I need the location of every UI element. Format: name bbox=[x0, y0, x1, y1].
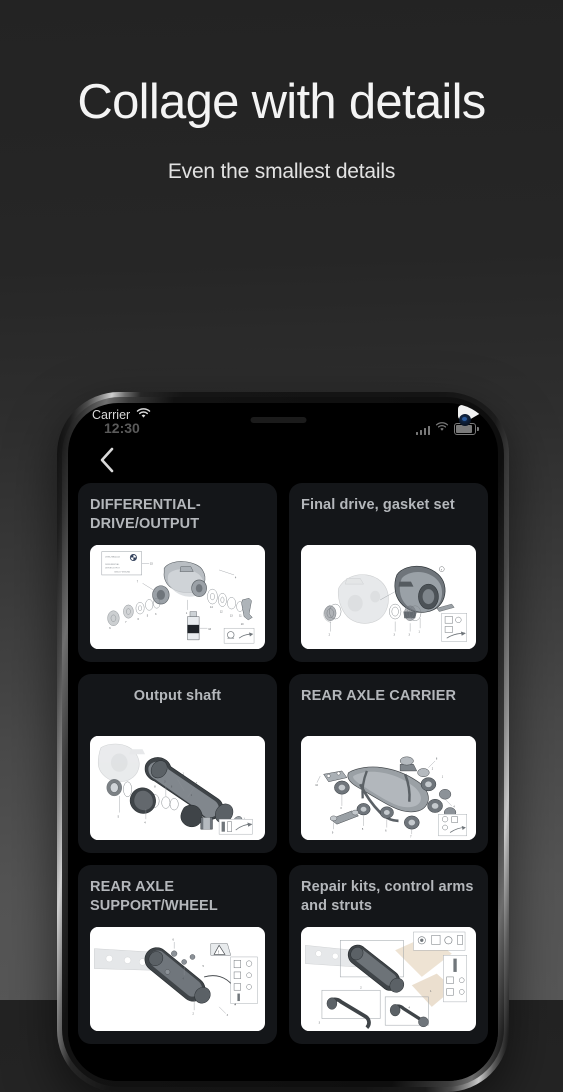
svg-text:LRW-73802-04: LRW-73802-04 bbox=[105, 556, 120, 558]
card-title: Repair kits, control arms and struts bbox=[301, 879, 474, 914]
catalog-card-rear-axle-support-wheel[interactable]: REAR AXLE SUPPORT/WHEEL ! 6 4 2 3 5 bbox=[78, 865, 277, 1044]
phone-screen: Carrier 12:30 DIFFERENTIAL-DRIVE/OUTPUT … bbox=[68, 403, 498, 1081]
card-title: REAR AXLE SUPPORT/WHEEL bbox=[90, 879, 218, 914]
output-shaft-diagram: 54 83 61 72 9 bbox=[90, 736, 265, 840]
rear-axle-carrier-diagram: 35 68 49 7 10 21 bbox=[301, 736, 476, 840]
catalog-card-output-shaft[interactable]: Output shaft 5 4 8 3 6 1 7 2 bbox=[78, 674, 277, 853]
rear-axle-support-wheel-diagram: ! 64 23 5 bbox=[90, 927, 265, 1031]
chevron-left-icon bbox=[99, 447, 115, 478]
promo-header: Collage with details Even the smallest d… bbox=[0, 0, 563, 185]
cellular-signal-icon bbox=[415, 426, 430, 435]
promo-subtitle: Even the smallest details bbox=[167, 160, 396, 183]
svg-text:DRIVE/OUTPUT: DRIVE/OUTPUT bbox=[105, 567, 121, 569]
catalog-card-final-drive-gasket-set[interactable]: Final drive, gasket set 9 2 3 3 1 bbox=[289, 483, 488, 662]
catalog-card-differential-drive-output[interactable]: DIFFERENTIAL-DRIVE/OUTPUT LRW-73802-04 D… bbox=[78, 483, 277, 662]
status-bar-clock: 12:30 bbox=[104, 420, 140, 436]
differential-drive-output-diagram: LRW-73802-04 DIFFERENTIAL DRIVE/OUTPUT 3… bbox=[90, 545, 265, 649]
front-camera-icon bbox=[459, 414, 471, 426]
earpiece-speaker-icon bbox=[250, 417, 307, 423]
svg-text:33 10 7 593 256: 33 10 7 593 256 bbox=[114, 571, 130, 573]
navigation-bar bbox=[68, 441, 498, 483]
repair-kits-control-arms-struts-diagram: 42 31 bbox=[301, 927, 476, 1031]
svg-text:DIFFERENTIAL: DIFFERENTIAL bbox=[105, 563, 120, 566]
catalog-card-rear-axle-carrier[interactable]: REAR AXLE CARRIER 3 5 6 8 4 9 7 10 2 1 bbox=[289, 674, 488, 853]
card-title: Final drive, gasket set bbox=[301, 497, 455, 513]
catalog-grid: DIFFERENTIAL-DRIVE/OUTPUT LRW-73802-04 D… bbox=[78, 483, 488, 1044]
catalog-card-repair-kits-control-arms-struts[interactable]: Repair kits, control arms and struts 4 2… bbox=[289, 865, 488, 1044]
wifi-icon-small bbox=[435, 422, 449, 435]
final-drive-gasket-set-diagram: 9 2 3 3 1 bbox=[301, 545, 476, 649]
card-title: REAR AXLE CARRIER bbox=[301, 688, 457, 704]
card-title: Output shaft bbox=[133, 688, 222, 704]
svg-text:!: ! bbox=[218, 950, 219, 955]
phone-mockup: Carrier 12:30 DIFFERENTIAL-DRIVE/OUTPUT … bbox=[57, 392, 509, 1092]
card-title: DIFFERENTIAL-DRIVE/OUTPUT bbox=[90, 497, 201, 532]
back-button[interactable] bbox=[92, 447, 122, 477]
catalog-scroll-area[interactable]: DIFFERENTIAL-DRIVE/OUTPUT LRW-73802-04 D… bbox=[68, 483, 498, 1081]
promo-title: Collage with details bbox=[77, 75, 486, 129]
